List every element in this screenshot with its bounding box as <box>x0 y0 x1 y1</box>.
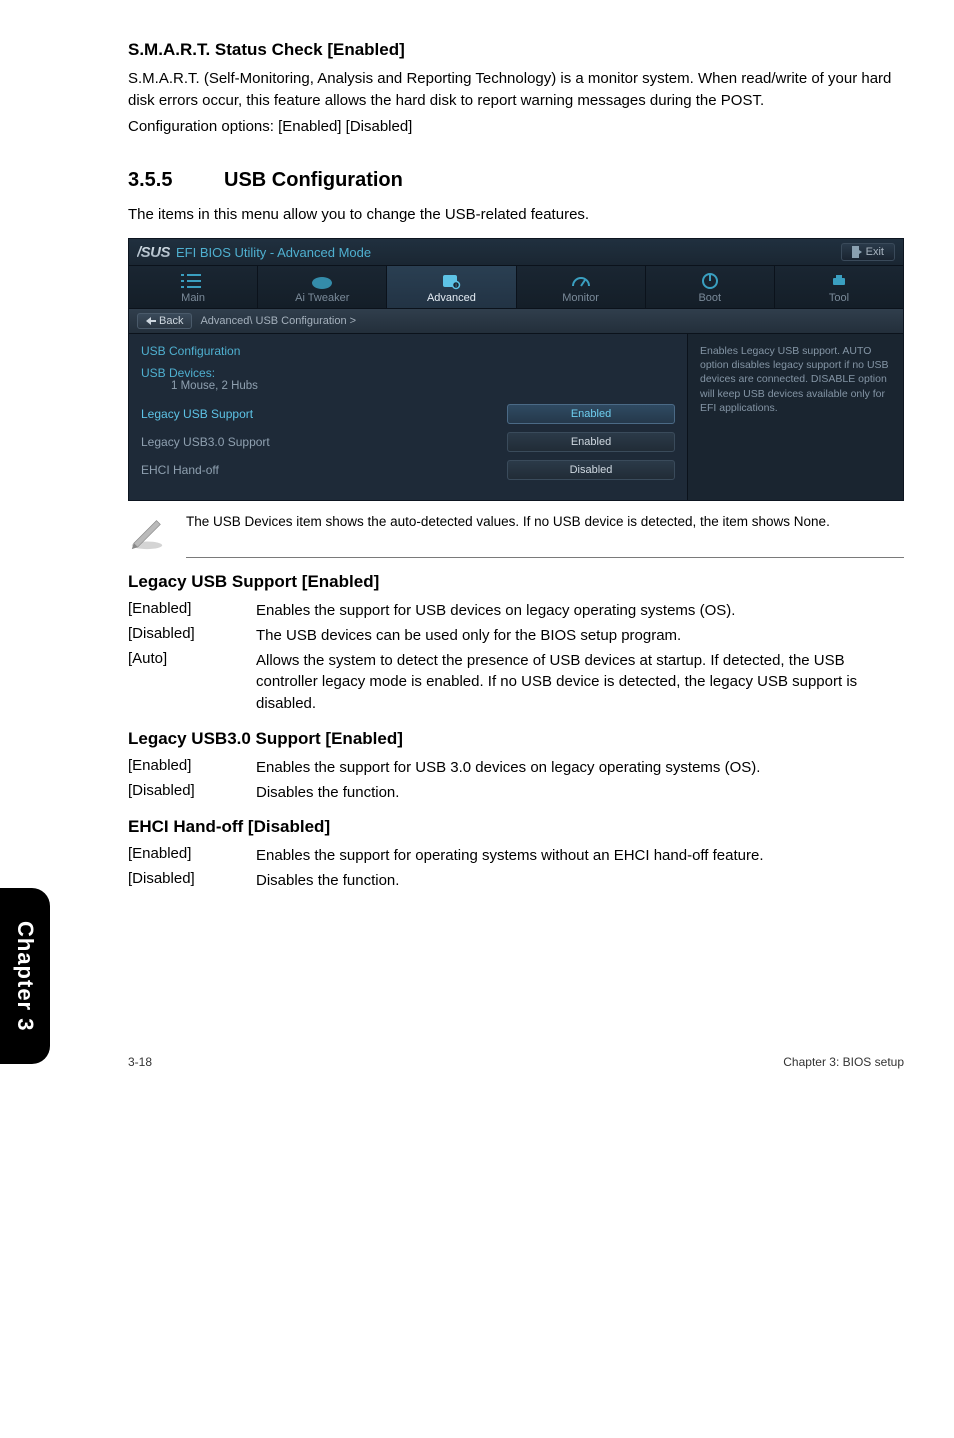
section-number: 3.5.5 <box>128 169 224 192</box>
exit-label: Exit <box>866 246 884 258</box>
tool-icon <box>827 272 851 290</box>
cfg-title: USB Configuration <box>141 344 675 358</box>
def-row: [Enabled] Enables the support for USB 3.… <box>128 757 904 779</box>
def-row: [Disabled] Disables the function. <box>128 870 904 892</box>
section-title: USB Configuration <box>224 169 403 191</box>
ehci-disabled-text: Disables the function. <box>256 870 399 892</box>
def-row: [Enabled] Enables the support for operat… <box>128 845 904 867</box>
footer-page-number: 3-18 <box>128 1055 152 1069</box>
def-key-enabled: [Enabled] <box>128 845 256 867</box>
row-ehci-value[interactable]: Disabled <box>507 460 675 480</box>
row-legacy-usb[interactable]: Legacy USB Support Enabled <box>141 402 675 426</box>
bios-title: EFI BIOS Utility - Advanced Mode <box>176 245 371 260</box>
tab-boot[interactable]: Boot <box>646 266 775 308</box>
row-legacy-usb-label: Legacy USB Support <box>141 407 253 421</box>
asus-logo: /SUS <box>137 244 170 261</box>
def-row: [Enabled] Enables the support for USB de… <box>128 600 904 622</box>
tab-advanced-label: Advanced <box>427 292 476 304</box>
bios-help-panel: Enables Legacy USB support. AUTO option … <box>687 334 903 500</box>
def-key-disabled: [Disabled] <box>128 870 256 892</box>
legacy-usb30-disabled-text: Disables the function. <box>256 782 399 804</box>
tab-tool-label: Tool <box>829 292 849 304</box>
usb-devices-value: 1 Mouse, 2 Hubs <box>141 380 675 392</box>
def-key-auto: [Auto] <box>128 650 256 715</box>
note-row: The USB Devices item shows the auto-dete… <box>128 513 904 551</box>
bios-titlebar: /SUS EFI BIOS Utility - Advanced Mode Ex… <box>129 239 903 266</box>
gauge-icon <box>569 272 593 290</box>
tab-tool[interactable]: Tool <box>775 266 903 308</box>
smart-p1: S.M.A.R.T. (Self-Monitoring, Analysis an… <box>128 68 904 112</box>
def-row: [Disabled] Disables the function. <box>128 782 904 804</box>
row-ehci[interactable]: EHCI Hand-off Disabled <box>141 458 675 482</box>
def-row: [Disabled] The USB devices can be used o… <box>128 625 904 647</box>
def-key-disabled: [Disabled] <box>128 625 256 647</box>
tab-advanced[interactable]: i Advanced <box>387 266 516 308</box>
section-heading: 3.5.5USB Configuration <box>128 169 904 192</box>
note-divider <box>186 557 904 558</box>
legacy-usb-heading: Legacy USB Support [Enabled] <box>128 572 904 592</box>
legacy-usb-auto-text: Allows the system to detect the presence… <box>256 650 904 715</box>
smart-p2: Configuration options: [Enabled] [Disabl… <box>128 116 904 138</box>
legacy-usb-enabled-text: Enables the support for USB devices on l… <box>256 600 735 622</box>
exit-button[interactable]: Exit <box>841 243 895 261</box>
back-label: Back <box>159 315 183 327</box>
back-button[interactable]: Back <box>137 313 192 329</box>
row-legacy-usb30-label: Legacy USB3.0 Support <box>141 435 270 449</box>
tab-monitor[interactable]: Monitor <box>517 266 646 308</box>
note-text: The USB Devices item shows the auto-dete… <box>186 513 830 532</box>
def-key-disabled: [Disabled] <box>128 782 256 804</box>
page-footer: 3-18 Chapter 3: BIOS setup <box>0 1055 954 1095</box>
tab-main[interactable]: Main <box>129 266 258 308</box>
def-key-enabled: [Enabled] <box>128 600 256 622</box>
chip-icon: i <box>439 272 463 290</box>
back-arrow-icon <box>146 317 156 325</box>
tab-monitor-label: Monitor <box>562 292 599 304</box>
chapter-side-tab: Chapter 3 <box>0 888 50 1064</box>
smart-heading: S.M.A.R.T. Status Check [Enabled] <box>128 40 904 60</box>
breadcrumb-path: Advanced\ USB Configuration > <box>200 315 356 327</box>
bios-window: /SUS EFI BIOS Utility - Advanced Mode Ex… <box>128 238 904 501</box>
pencil-note-icon <box>128 513 166 551</box>
row-ehci-label: EHCI Hand-off <box>141 463 219 477</box>
legacy-usb30-enabled-text: Enables the support for USB 3.0 devices … <box>256 757 760 779</box>
tab-main-label: Main <box>181 292 205 304</box>
bios-tabs: Main Ai Tweaker i Advanced Monitor Boot … <box>129 266 903 309</box>
ehci-heading: EHCI Hand-off [Disabled] <box>128 817 904 837</box>
chapter-side-label: Chapter 3 <box>12 921 38 1031</box>
row-legacy-usb30[interactable]: Legacy USB3.0 Support Enabled <box>141 430 675 454</box>
bios-breadcrumb-bar: Back Advanced\ USB Configuration > <box>129 309 903 334</box>
footer-chapter: Chapter 3: BIOS setup <box>783 1055 904 1069</box>
bios-main-panel: USB Configuration USB Devices: 1 Mouse, … <box>129 334 687 500</box>
exit-icon <box>852 246 862 258</box>
usb-devices-label: USB Devices: <box>141 366 675 380</box>
legacy-usb30-heading: Legacy USB3.0 Support [Enabled] <box>128 729 904 749</box>
row-legacy-usb30-value[interactable]: Enabled <box>507 432 675 452</box>
bios-help-text: Enables Legacy USB support. AUTO option … <box>700 345 889 414</box>
power-icon <box>698 272 722 290</box>
tab-ai-label: Ai Tweaker <box>295 292 349 304</box>
svg-text:i: i <box>456 283 457 289</box>
tab-boot-label: Boot <box>698 292 721 304</box>
def-key-enabled: [Enabled] <box>128 757 256 779</box>
ehci-enabled-text: Enables the support for operating system… <box>256 845 764 867</box>
bios-title-left: /SUS EFI BIOS Utility - Advanced Mode <box>137 244 371 261</box>
cloud-icon <box>310 272 334 290</box>
legacy-usb-disabled-text: The USB devices can be used only for the… <box>256 625 681 647</box>
row-legacy-usb-value[interactable]: Enabled <box>507 404 675 424</box>
section-intro: The items in this menu allow you to chan… <box>128 204 904 226</box>
tab-ai-tweaker[interactable]: Ai Tweaker <box>258 266 387 308</box>
def-row: [Auto] Allows the system to detect the p… <box>128 650 904 715</box>
list-icon <box>181 272 205 290</box>
